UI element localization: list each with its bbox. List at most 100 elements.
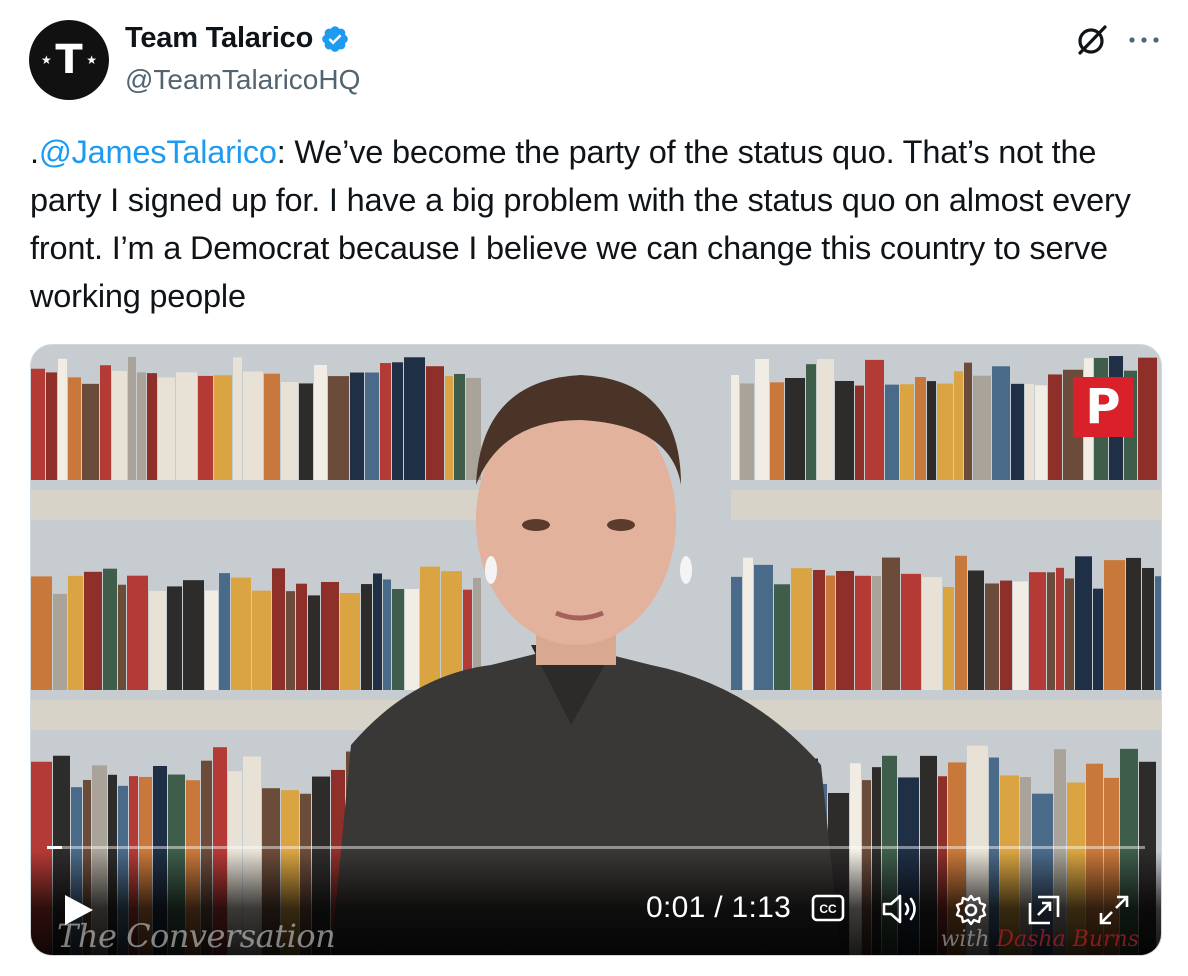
book-spine bbox=[82, 383, 99, 480]
duration: 1:13 bbox=[731, 891, 792, 924]
book-spine bbox=[361, 584, 372, 690]
book-spine bbox=[740, 383, 754, 480]
book-spine bbox=[900, 384, 914, 480]
author-handle[interactable]: @TeamTalaricoHQ bbox=[125, 64, 360, 96]
play-icon[interactable] bbox=[63, 893, 95, 927]
book-spine bbox=[826, 575, 835, 690]
shelf bbox=[731, 700, 1161, 730]
star-icon: ★ bbox=[41, 53, 52, 67]
book-spine bbox=[964, 362, 972, 480]
book-spine bbox=[219, 573, 230, 690]
book-spine bbox=[445, 376, 453, 480]
book-spine bbox=[885, 384, 899, 480]
book-spine bbox=[836, 570, 854, 690]
mention-link[interactable]: @JamesTalarico bbox=[39, 134, 277, 170]
book-spine bbox=[158, 377, 175, 480]
book-spine bbox=[955, 555, 967, 690]
book-spine bbox=[835, 380, 854, 480]
pip-icon[interactable] bbox=[1026, 893, 1062, 927]
book-spine bbox=[1138, 357, 1157, 480]
svg-text:CC: CC bbox=[819, 902, 837, 916]
book-spine bbox=[992, 366, 1010, 480]
book-spine bbox=[426, 366, 444, 480]
book-spine bbox=[252, 590, 271, 690]
book-spine bbox=[454, 373, 465, 480]
book-spine bbox=[128, 356, 136, 480]
grok-icon[interactable] bbox=[1074, 22, 1110, 58]
book-spine bbox=[46, 372, 57, 480]
book-spine bbox=[118, 584, 126, 690]
book-spine bbox=[176, 372, 197, 480]
book-spine bbox=[1035, 385, 1047, 480]
book-spine bbox=[405, 589, 419, 690]
fullscreen-icon[interactable] bbox=[1097, 893, 1131, 927]
book-spine bbox=[233, 357, 242, 480]
book-spine bbox=[286, 591, 295, 690]
book-spine bbox=[731, 375, 739, 480]
book-spine bbox=[58, 358, 67, 480]
captions-icon[interactable]: CC bbox=[811, 893, 845, 923]
book-spine bbox=[420, 566, 440, 690]
avatar[interactable]: ★ T ★ bbox=[29, 20, 109, 100]
watermark-left: The Conversation bbox=[57, 917, 336, 955]
current-time: 0:01 bbox=[646, 891, 706, 924]
book-spine bbox=[954, 371, 963, 480]
shelf bbox=[731, 490, 1161, 520]
book-spine bbox=[167, 586, 182, 690]
verified-badge-icon[interactable] bbox=[320, 24, 350, 54]
book-spine bbox=[770, 382, 784, 480]
book-spine bbox=[1056, 567, 1064, 690]
book-spine bbox=[1011, 383, 1024, 480]
book-spine bbox=[272, 568, 285, 690]
header-actions bbox=[1074, 22, 1160, 58]
book-spine bbox=[943, 587, 954, 690]
book-spine bbox=[340, 592, 360, 690]
book-spine bbox=[112, 371, 127, 480]
book-spine bbox=[198, 375, 213, 480]
book-spine bbox=[281, 381, 298, 480]
book-spine bbox=[922, 577, 942, 690]
book-spine bbox=[231, 577, 251, 690]
book-spine bbox=[785, 377, 805, 480]
book-spine bbox=[731, 576, 742, 690]
settings-icon[interactable] bbox=[953, 893, 989, 927]
video-player[interactable]: P The Conversation with Dasha Burns 0:01… bbox=[30, 344, 1162, 956]
book-spine bbox=[855, 385, 864, 480]
time-display: 0:01 / 1:13 bbox=[646, 891, 792, 924]
book-spine bbox=[1155, 576, 1161, 690]
author-name-row: Team Talarico bbox=[125, 22, 350, 55]
star-icon: ★ bbox=[86, 53, 97, 67]
text-prefix: . bbox=[30, 134, 39, 170]
book-spine bbox=[314, 364, 327, 480]
book-spine bbox=[1104, 560, 1125, 690]
book-spine bbox=[1013, 581, 1028, 690]
display-name[interactable]: Team Talarico bbox=[125, 22, 313, 55]
book-spine bbox=[31, 576, 52, 690]
book-spine bbox=[127, 575, 148, 690]
volume-icon[interactable] bbox=[881, 893, 921, 925]
book-spine bbox=[1047, 572, 1055, 690]
book-spine bbox=[973, 375, 991, 480]
book-spine bbox=[68, 377, 81, 480]
book-spine bbox=[365, 372, 379, 480]
more-icon[interactable] bbox=[1128, 34, 1160, 46]
book-spine bbox=[915, 376, 926, 480]
book-spine bbox=[927, 381, 936, 480]
book-spine bbox=[855, 575, 871, 690]
book-spine bbox=[31, 368, 45, 480]
book-spine bbox=[1029, 572, 1046, 690]
book-spine bbox=[404, 357, 425, 480]
book-spine bbox=[149, 590, 166, 690]
shelf bbox=[31, 490, 481, 520]
book-spine bbox=[817, 359, 834, 480]
book-spine bbox=[68, 575, 83, 690]
book-spine bbox=[296, 583, 307, 690]
book-spine bbox=[872, 576, 881, 690]
book-spine bbox=[813, 569, 825, 690]
book-spine bbox=[137, 372, 146, 480]
progress-bar[interactable] bbox=[47, 846, 1145, 849]
book-spine bbox=[308, 595, 320, 690]
book-spine bbox=[1025, 384, 1034, 480]
book-spine bbox=[755, 358, 769, 480]
book-spine bbox=[205, 590, 218, 690]
